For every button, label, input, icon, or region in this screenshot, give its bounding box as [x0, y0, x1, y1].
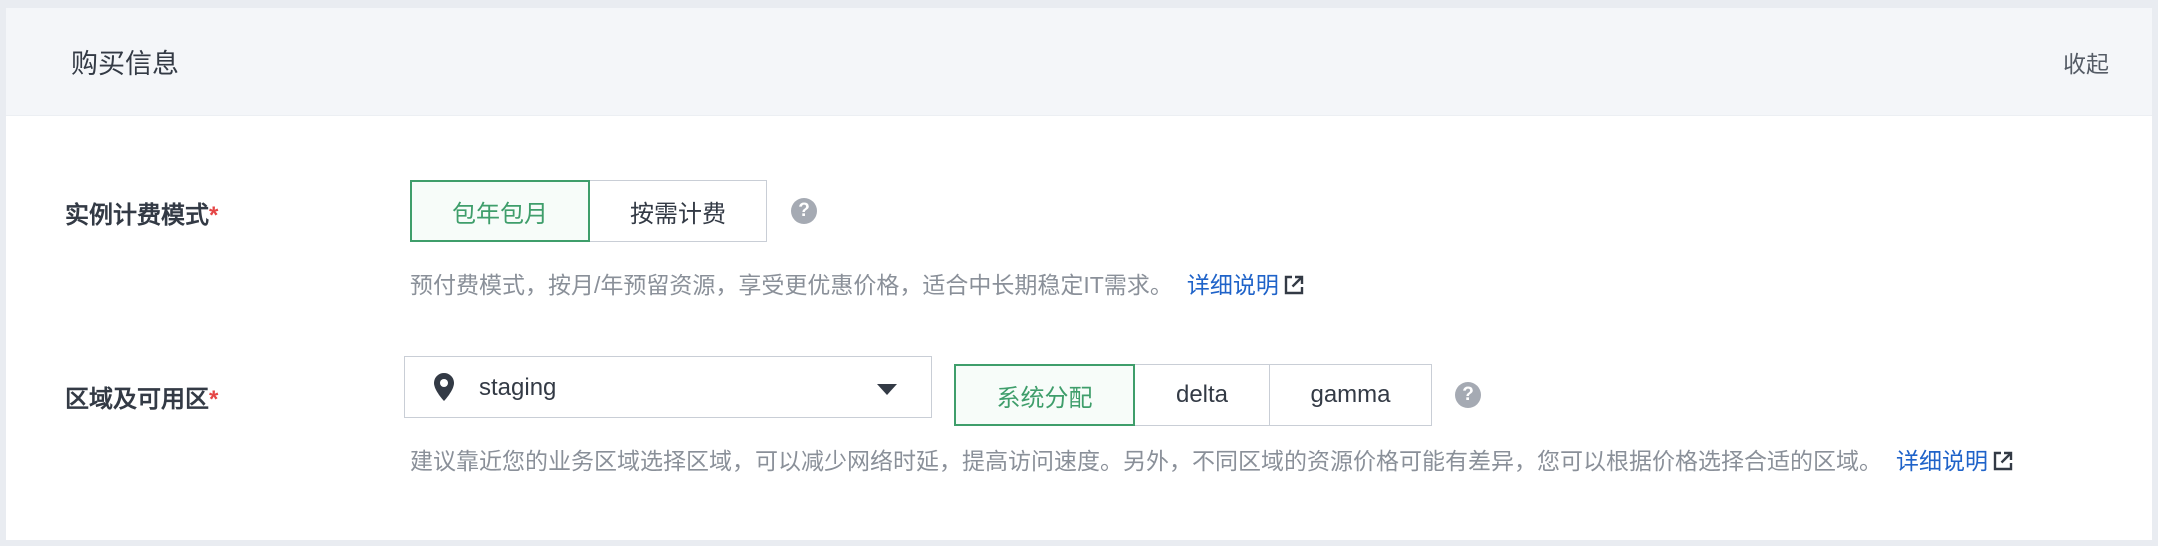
panel-title: 购买信息 [71, 49, 179, 79]
region-hint-text: 建议靠近您的业务区域选择区域，可以减少网络时延，提高访问速度。另外，不同区域的资… [410, 448, 1882, 474]
location-pin-icon [434, 373, 454, 401]
region-detail-link[interactable]: 详细说明 [1896, 448, 2014, 474]
zone-option-gamma[interactable]: gamma [1269, 364, 1432, 426]
collapse-button[interactable]: 收起 [2063, 45, 2109, 79]
external-link-icon [1993, 451, 2013, 471]
region-label: 区域及可用区* [65, 379, 218, 414]
chevron-down-icon [877, 384, 897, 395]
billing-detail-link[interactable]: 详细说明 [1187, 272, 1305, 298]
billing-hint-text: 预付费模式，按月/年预留资源，享受更优惠价格，适合中长期稳定IT需求。 [410, 272, 1173, 298]
help-icon[interactable]: ? [791, 198, 817, 224]
billing-option-on-demand[interactable]: 按需计费 [589, 180, 767, 242]
region-label-text: 区域及可用区 [65, 386, 209, 413]
billing-option-yearly-monthly[interactable]: 包年包月 [410, 180, 590, 242]
region-select-value: staging [479, 374, 557, 401]
external-link-icon [1284, 275, 1304, 295]
required-mark: * [209, 202, 219, 229]
zone-option-auto[interactable]: 系统分配 [954, 364, 1135, 426]
help-icon[interactable]: ? [1455, 382, 1481, 408]
region-detail-link-label: 详细说明 [1896, 448, 1988, 474]
region-hint: 建议靠近您的业务区域选择区域，可以减少网络时延，提高访问速度。另外，不同区域的资… [410, 442, 2014, 476]
billing-hint: 预付费模式，按月/年预留资源，享受更优惠价格，适合中长期稳定IT需求。 详细说明 [410, 266, 1305, 300]
billing-detail-link-label: 详细说明 [1186, 272, 1279, 298]
required-mark: * [209, 386, 219, 413]
region-select[interactable]: staging [404, 356, 932, 418]
zone-option-delta[interactable]: delta [1134, 364, 1270, 426]
panel-header: 购买信息 收起 [6, 8, 2152, 116]
billing-mode-label: 实例计费模式* [65, 195, 218, 230]
billing-mode-label-text: 实例计费模式 [65, 202, 209, 229]
